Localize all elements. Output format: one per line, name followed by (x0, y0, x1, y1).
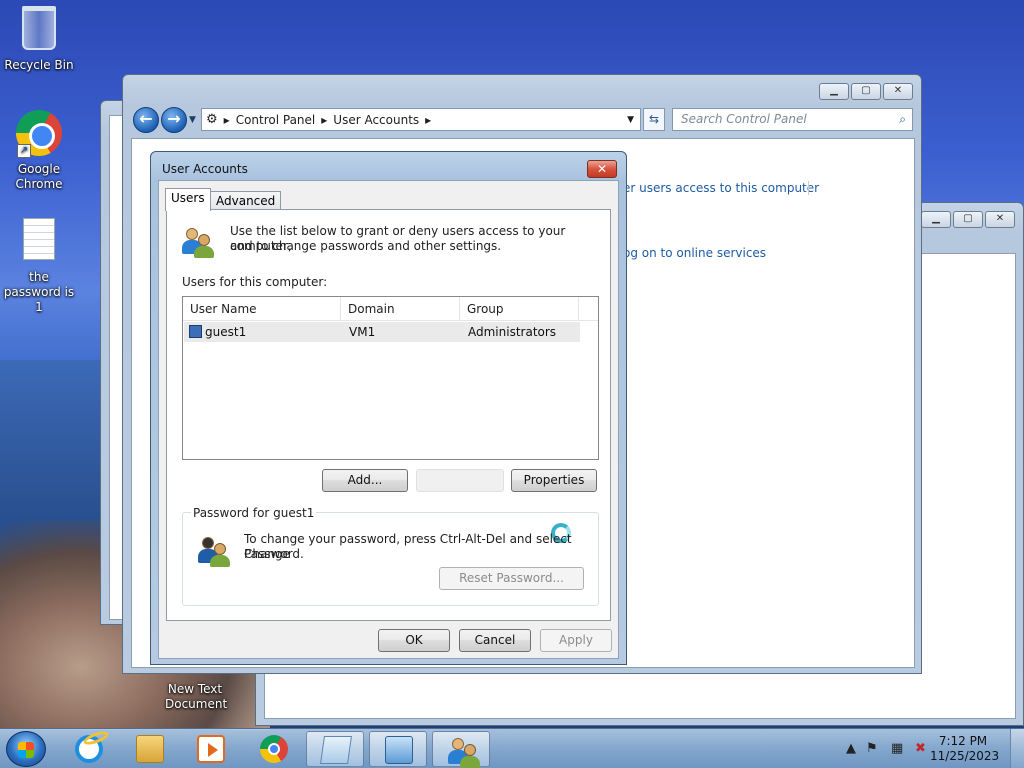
breadcrumb-control-panel[interactable]: Control Panel (236, 113, 316, 127)
shortcut-arrow-icon: ↗ (17, 144, 31, 158)
action-center-flag-icon[interactable]: ⚑ (866, 741, 878, 756)
clock-date: 11/25/2023 (930, 749, 1000, 763)
search-input[interactable]: Search Control Panel ⌕ (672, 108, 913, 131)
tab-users[interactable]: Users (165, 188, 211, 211)
close-button[interactable]: ✕ (883, 83, 913, 100)
breadcrumb-separator-icon: ▸ (425, 112, 432, 127)
password-text-line-2: Password. (244, 547, 304, 561)
user-name-value: guest1 (205, 325, 247, 339)
desktop-icon-google-chrome[interactable]: ↗ Google Chrome (1, 110, 77, 192)
link-online-services[interactable]: og on to online services (623, 246, 766, 260)
intro-text-line-2: and to change passwords and other settin… (230, 239, 502, 253)
minimize-button[interactable]: ▁ (819, 83, 849, 100)
minimize-button[interactable]: ▁ (921, 211, 951, 228)
address-dropdown-icon[interactable]: ▼ (627, 115, 634, 125)
recent-pages-dropdown[interactable]: ▼ (189, 115, 196, 125)
maximize-button[interactable]: ▢ (953, 211, 983, 228)
dialog-close-button[interactable]: ✕ (587, 160, 617, 178)
desktop-icon-password-file[interactable]: the password is 1 (1, 218, 77, 315)
desktop-icon-label: New Text Document (165, 682, 228, 711)
desktop-icon-recycle-bin[interactable]: Recycle Bin (1, 6, 77, 73)
remove-user-button (416, 469, 504, 492)
control-panel-icon (385, 736, 413, 764)
link-manage-access[interactable]: er users access to this computer (623, 181, 819, 195)
start-button[interactable] (6, 731, 46, 767)
search-icon[interactable]: ⌕ (899, 109, 906, 130)
address-bar[interactable]: ⚙ ▸ Control Panel ▸ User Accounts ▸ ▼ (201, 108, 641, 131)
cell-domain: VM1 (349, 325, 376, 339)
maximize-button[interactable]: ▢ (851, 83, 881, 100)
column-user-name[interactable]: User Name (183, 297, 341, 320)
show-desktop-button[interactable] (1010, 729, 1024, 768)
close-button[interactable]: ✕ (985, 211, 1015, 228)
password-group-label: Password for guest1 (191, 506, 317, 520)
users-icon (182, 226, 214, 258)
list-header: User Name Domain Group (183, 297, 598, 321)
table-row[interactable]: guest1 VM1 Administrators (184, 322, 580, 342)
taskbar-file-explorer[interactable] (121, 731, 179, 767)
desktop-icon-label: Recycle Bin (4, 58, 74, 72)
window-controls: ▁ ▢ ✕ (921, 211, 1015, 228)
cancel-button[interactable]: Cancel (459, 629, 531, 652)
recycle-bin-icon (15, 6, 63, 54)
taskbar-control-panel[interactable] (369, 731, 427, 767)
taskbar: ▲ ⚑ ▦ ✖ 7:12 PM 11/25/2023 (0, 728, 1024, 768)
internet-explorer-icon (75, 728, 110, 763)
folder-icon (136, 735, 164, 763)
taskbar-internet-explorer[interactable] (60, 728, 118, 767)
taskbar-chrome[interactable] (245, 731, 303, 767)
window-controls: ▁ ▢ ✕ (819, 83, 913, 100)
notepad-icon (320, 736, 352, 764)
clock-time: 7:12 PM (938, 734, 988, 748)
network-icon[interactable]: ▦ (891, 741, 903, 756)
taskbar-notepad[interactable] (306, 731, 364, 767)
breadcrumb-user-accounts[interactable]: User Accounts (333, 113, 419, 127)
chrome-icon (260, 735, 288, 763)
user-accounts-dialog[interactable]: User Accounts ✕ Users Advanced Use the l… (150, 151, 627, 665)
user-password-icon (198, 535, 230, 567)
show-hidden-icons-icon[interactable]: ▲ (846, 741, 856, 756)
ok-button[interactable]: OK (378, 629, 450, 652)
cell-user-name: guest1 (184, 322, 342, 342)
add-user-button[interactable]: Add... (322, 469, 408, 492)
volume-muted-icon[interactable]: ✖ (915, 741, 926, 756)
user-icon (189, 325, 202, 338)
dialog-body: Users Advanced Use the list below to gra… (158, 180, 619, 659)
users-list[interactable]: User Name Domain Group guest1 VM1 Admini… (182, 296, 599, 543)
back-button[interactable]: ← (133, 107, 159, 133)
breadcrumb-separator-icon: ▸ (223, 112, 230, 127)
breadcrumb-separator-icon: ▸ (321, 112, 328, 127)
users-icon (448, 736, 480, 768)
taskbar-user-accounts[interactable] (432, 731, 490, 768)
users-for-computer-label: Users for this computer: (182, 275, 328, 289)
divider (808, 181, 809, 195)
password-group: Password for guest1 To change your passw… (182, 506, 599, 606)
text-file-icon (15, 218, 63, 266)
chrome-icon: ↗ (15, 110, 63, 158)
taskbar-media-player[interactable] (182, 731, 240, 767)
control-panel-icon: ⚙ (206, 112, 218, 127)
reset-password-button[interactable]: Reset Password... (439, 567, 584, 590)
dialog-title: User Accounts (162, 162, 248, 176)
desktop-icon-new-text-document[interactable]: New Text Document (157, 682, 233, 712)
users-tab-panel: Use the list below to grant or deny user… (166, 209, 611, 621)
media-player-icon (197, 735, 225, 763)
cell-group: Administrators (468, 325, 557, 339)
forward-button[interactable]: → (161, 107, 187, 133)
column-group[interactable]: Group (460, 297, 579, 320)
system-clock[interactable]: 7:12 PM 11/25/2023 (930, 734, 1000, 764)
desktop-icon-label: the password is 1 (3, 270, 75, 314)
column-domain[interactable]: Domain (341, 297, 460, 320)
apply-button[interactable]: Apply (540, 629, 612, 652)
refresh-button[interactable]: ⇆ (643, 108, 665, 131)
desktop-icon-label: Google Chrome (15, 162, 63, 191)
properties-button[interactable]: Properties (511, 469, 597, 492)
search-placeholder: Search Control Panel (681, 112, 807, 126)
